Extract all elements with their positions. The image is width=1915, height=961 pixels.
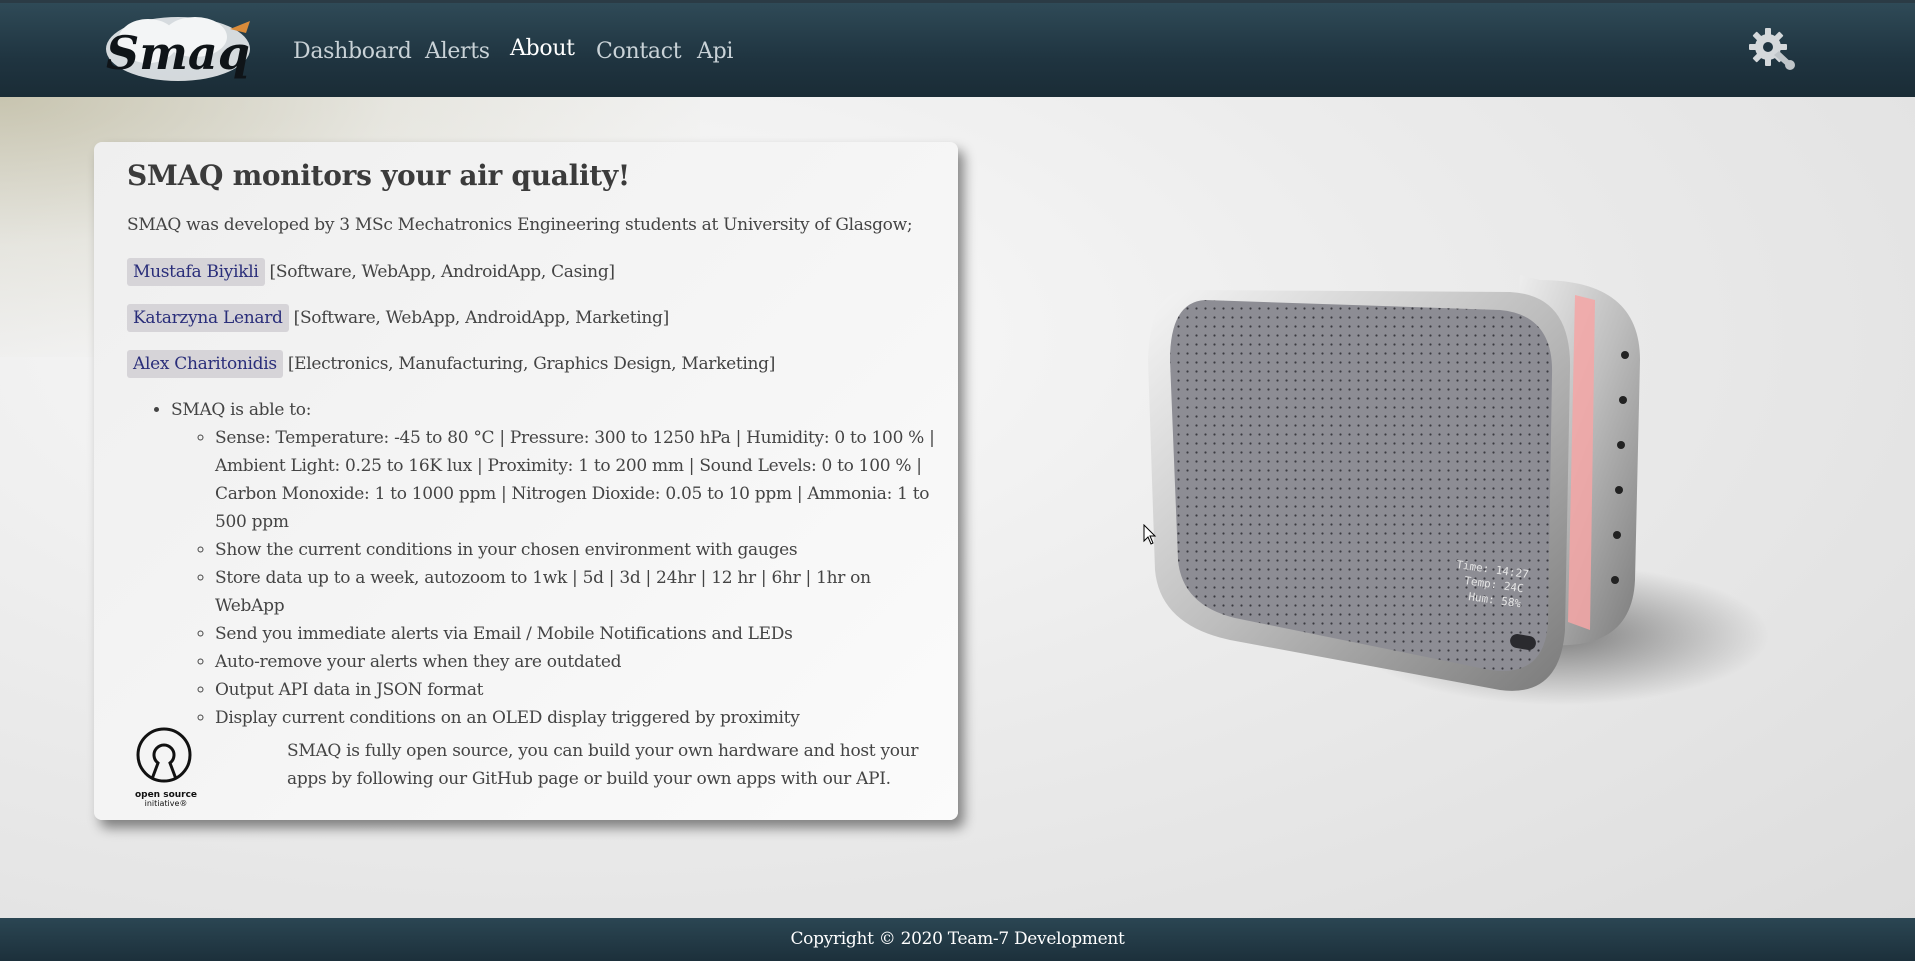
logo-text: Smaq [106,26,250,80]
list-item: Show the current conditions in your chos… [215,536,937,564]
page-title: SMAQ monitors your air quality! [127,159,630,192]
member-roles: [Electronics, Manufacturing, Graphics De… [287,354,776,374]
smaq-logo[interactable]: Smaq [100,11,265,85]
open-source-text: SMAQ is fully open source, you can build… [287,741,919,789]
member-name-badge[interactable]: Mustafa Biyikli [127,258,265,286]
mouse-cursor-icon [1143,524,1157,545]
member-row: Katarzyna Lenard [Software, WebApp, Andr… [127,304,669,332]
list-item: Store data up to a week, autozoom to 1wk… [215,564,937,620]
member-roles: [Software, WebApp, AndroidApp, Casing] [269,262,616,282]
smaq-device-image: Time: 14:27 Temp: 24C Hum: 58% [1120,250,1780,750]
footer: Copyright © 2020 Team-7 Development [0,918,1915,961]
list-item: Display current conditions on an OLED di… [215,704,937,732]
osi-keyhole-icon: open source initiative® [135,727,197,808]
open-source-initiative-logo[interactable]: open source initiative® [130,727,202,809]
about-card: SMAQ monitors your air quality! SMAQ was… [94,142,958,820]
settings-button[interactable] [1746,25,1798,73]
gear-wrench-icon [1749,28,1795,70]
nav-about[interactable]: About [510,36,575,61]
capabilities-heading-text: SMAQ is able to: [171,400,312,420]
capabilities-list: SMAQ is able to: Sense: Temperature: -45… [127,396,937,732]
smaq-logo-graphic: Smaq [106,17,250,81]
member-row: Mustafa Biyikli [Software, WebApp, Andro… [127,258,615,286]
nav-api[interactable]: Api [697,39,733,64]
nav-contact[interactable]: Contact [596,39,682,64]
member-name-badge[interactable]: Alex Charitonidis [127,350,283,378]
navbar: Smaq Dashboard Alerts About Contact Api [0,0,1915,97]
capabilities-heading: SMAQ is able to: Sense: Temperature: -45… [171,396,937,732]
member-row: Alex Charitonidis [Electronics, Manufact… [127,350,775,378]
intro-text: SMAQ was developed by 3 MSc Mechatronics… [127,215,913,235]
list-item: Output API data in JSON format [215,676,937,704]
list-item: Sense: Temperature: -45 to 80 °C | Press… [215,424,937,536]
list-item: Auto-remove your alerts when they are ou… [215,648,937,676]
member-name-badge[interactable]: Katarzyna Lenard [127,304,289,332]
osi-text-line-2: initiative® [145,799,188,808]
member-roles: [Software, WebApp, AndroidApp, Marketing… [293,308,670,328]
nav-dashboard[interactable]: Dashboard [293,39,412,64]
list-item: Send you immediate alerts via Email / Mo… [215,620,937,648]
copyright-text: Copyright © 2020 Team-7 Development [790,929,1125,949]
nav-alerts[interactable]: Alerts [425,39,490,64]
